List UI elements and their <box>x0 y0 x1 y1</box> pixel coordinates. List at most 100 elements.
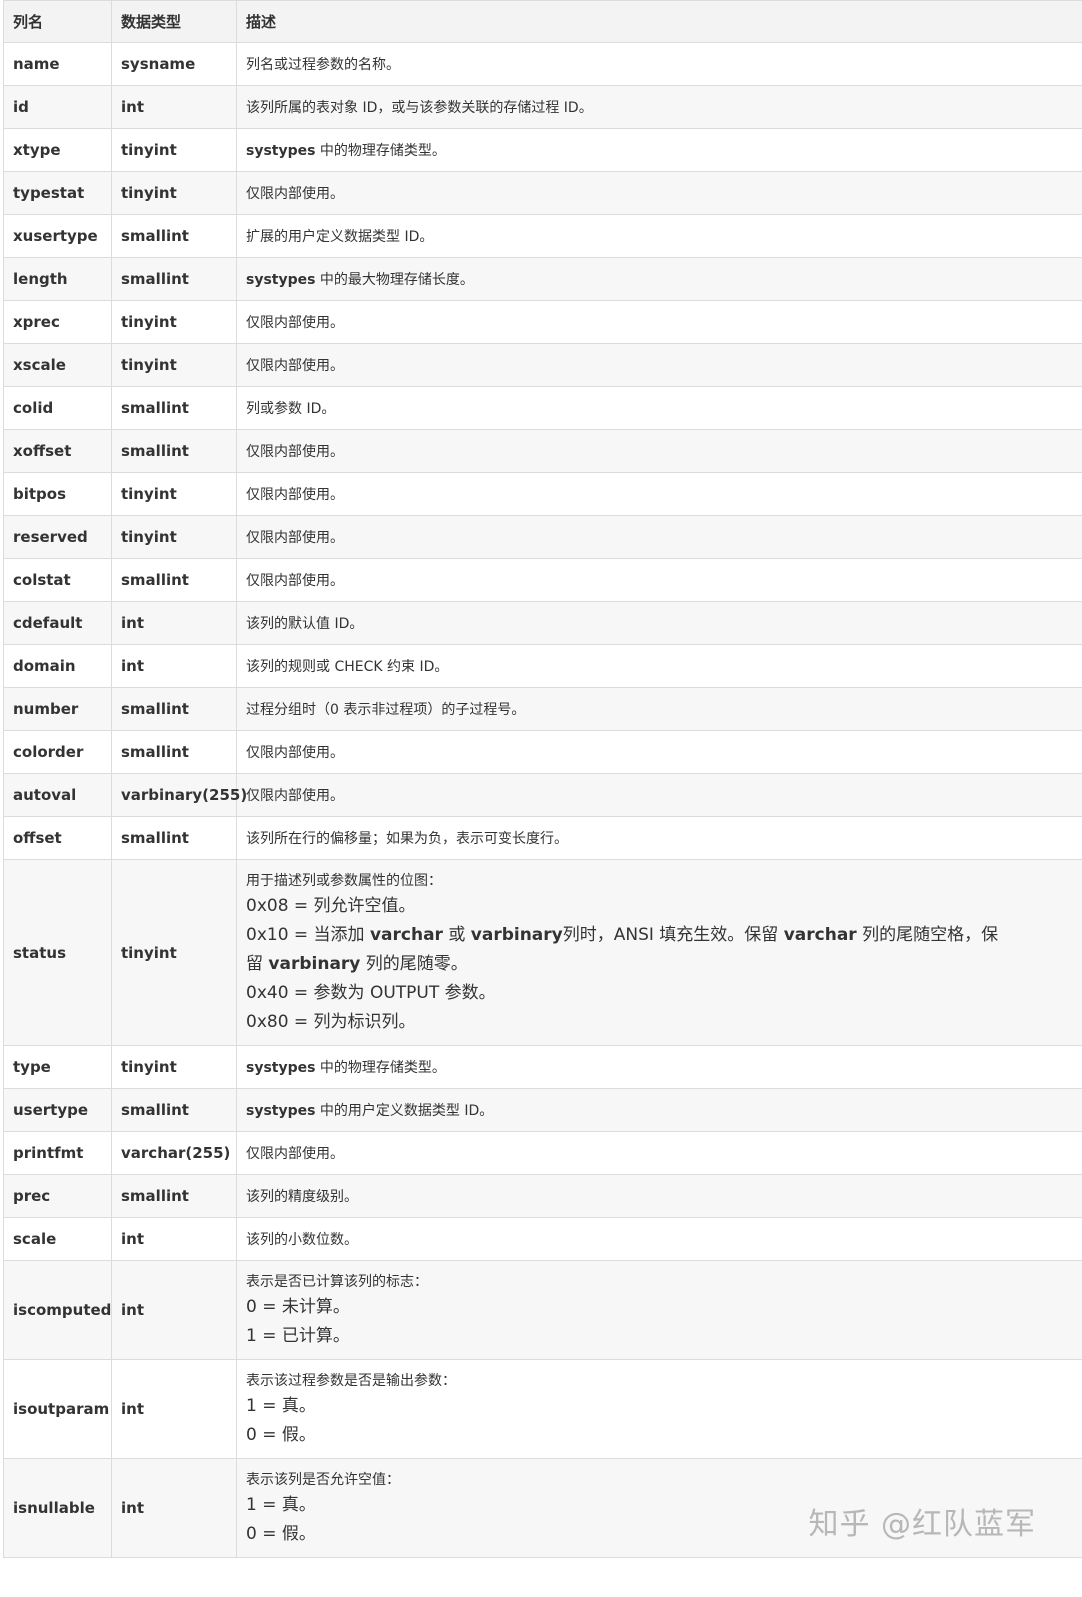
table-row: printfmt varchar(255) 仅限内部使用。 <box>3 1131 1082 1175</box>
column-name-cell: printfmt <box>3 1131 112 1175</box>
text-segment: 中的物理存储类型。 <box>315 143 446 159</box>
data-type-cell: tinyint <box>111 859 237 1046</box>
table-row: xusertype smallint 扩展的用户定义数据类型 ID。 <box>3 214 1082 258</box>
text-segment: 0x40 = 参数为 OUTPUT 参数。 <box>246 983 496 1003</box>
text-segment: 仅限内部使用。 <box>246 573 344 589</box>
text-segment: 0 = 假。 <box>246 1524 316 1544</box>
column-name-cell: reserved <box>3 515 112 559</box>
table-row: iscomputed int 表示是否已计算该列的标志： 0 = 未计算。 1 = 已计… <box>3 1260 1082 1360</box>
description-cell: 过程分组时（0 表示非过程项）的子过程号。 <box>236 687 1082 731</box>
column-name-cell: number <box>3 687 112 731</box>
table-row: length smallint systypes 中的最大物理存储长度。 <box>3 257 1082 301</box>
column-reference-table: 列名 数据类型 描述 name sysname 列名或过程参数的名称。 id int 该列… <box>3 0 1082 1558</box>
data-type-cell: varchar(255) <box>111 1131 237 1175</box>
text-segment: 中的物理存储类型。 <box>315 1060 446 1076</box>
data-type-cell: int <box>111 601 237 645</box>
column-name-cell: colstat <box>3 558 112 602</box>
data-type-cell: int <box>111 1217 237 1261</box>
column-name-cell: id <box>3 85 112 129</box>
description-cell: 仅限内部使用。 <box>236 429 1082 473</box>
data-type-cell: int <box>111 644 237 688</box>
bold-term: varbinary <box>268 954 361 974</box>
bold-term: systypes <box>246 1060 316 1076</box>
bold-term: varchar <box>783 925 857 945</box>
table-row: name sysname 列名或过程参数的名称。 <box>3 42 1082 86</box>
table-row: prec smallint 该列的精度级别。 <box>3 1174 1082 1218</box>
table-row: offset smallint 该列所在行的偏移量；如果为负，表示可变长度行。 <box>3 816 1082 860</box>
column-name-cell: length <box>3 257 112 301</box>
table-row: colid smallint 列或参数 ID。 <box>3 386 1082 430</box>
data-type-cell: smallint <box>111 687 237 731</box>
text-segment: 0 = 假。 <box>246 1425 316 1445</box>
data-type-cell: int <box>111 1260 237 1360</box>
data-type-cell: smallint <box>111 257 237 301</box>
description-cell: systypes 中的用户定义数据类型 ID。 <box>236 1088 1082 1132</box>
description-cell: systypes 中的物理存储类型。 <box>236 1045 1082 1089</box>
description-cell: 表示是否已计算该列的标志： 0 = 未计算。 1 = 已计算。 <box>236 1260 1082 1360</box>
text-segment: 仅限内部使用。 <box>246 745 344 761</box>
description-cell: systypes 中的物理存储类型。 <box>236 128 1082 172</box>
column-name-cell: xprec <box>3 300 112 344</box>
description-value-line: 0x40 = 参数为 OUTPUT 参数。 <box>246 979 1073 1008</box>
text-segment: 1 = 已计算。 <box>246 1326 350 1346</box>
description-value-line: 留 varbinary 列的尾随零。 <box>246 950 1073 979</box>
column-name-cell: autoval <box>3 773 112 817</box>
table-row: bitpos tinyint 仅限内部使用。 <box>3 472 1082 516</box>
column-name-cell: colid <box>3 386 112 430</box>
text-segment: 仅限内部使用。 <box>246 186 344 202</box>
description-cell: 该列的精度级别。 <box>236 1174 1082 1218</box>
description-value-line: 0 = 假。 <box>246 1421 1073 1450</box>
description-cell: 表示该过程参数是否是输出参数： 1 = 真。 0 = 假。 <box>236 1359 1082 1459</box>
column-name-cell: xtype <box>3 128 112 172</box>
text-segment: 0x80 = 列为标识列。 <box>246 1012 416 1032</box>
description-cell: 仅限内部使用。 <box>236 1131 1082 1175</box>
description-cell: 该列所在行的偏移量；如果为负，表示可变长度行。 <box>236 816 1082 860</box>
table-row: scale int 该列的小数位数。 <box>3 1217 1082 1261</box>
text-segment: 该列所属的表对象 ID，或与该参数关联的存储过程 ID。 <box>246 100 593 116</box>
description-cell: 仅限内部使用。 <box>236 515 1082 559</box>
description-cell: 用于描述列或参数属性的位图： 0x08 = 列允许空值。 0x10 = 当添加 va… <box>236 859 1082 1046</box>
table-row: colorder smallint 仅限内部使用。 <box>3 730 1082 774</box>
text-segment: 0x08 = 列允许空值。 <box>246 896 416 916</box>
bold-term: varchar <box>369 925 443 945</box>
description-cell: 该列的规则或 CHECK 约束 ID。 <box>236 644 1082 688</box>
column-name-cell: usertype <box>3 1088 112 1132</box>
table-row: isoutparam int 表示该过程参数是否是输出参数： 1 = 真。 0 = 假。 <box>3 1359 1082 1459</box>
text-segment: 该列所在行的偏移量；如果为负，表示可变长度行。 <box>246 831 568 847</box>
data-type-cell: smallint <box>111 1174 237 1218</box>
data-type-cell: varbinary(255) <box>111 773 247 817</box>
table-row: colstat smallint 仅限内部使用。 <box>3 558 1082 602</box>
column-name-cell: offset <box>3 816 112 860</box>
data-type-cell: tinyint <box>111 128 237 172</box>
column-name-cell: prec <box>3 1174 112 1218</box>
text-segment: 该列的规则或 CHECK 约束 ID。 <box>246 659 449 675</box>
bold-term: varbinary <box>470 925 563 945</box>
text-segment: 仅限内部使用。 <box>246 530 344 546</box>
text-segment: 列名或过程参数的名称。 <box>246 57 400 73</box>
text-segment: 仅限内部使用。 <box>246 444 344 460</box>
column-name-cell: domain <box>3 644 112 688</box>
column-name-cell: iscomputed <box>3 1260 112 1360</box>
bold-term: systypes <box>246 143 316 159</box>
text-segment: 1 = 真。 <box>246 1396 316 1416</box>
table-row: xoffset smallint 仅限内部使用。 <box>3 429 1082 473</box>
description-value-line: 1 = 真。 <box>246 1491 1073 1520</box>
bold-term: systypes <box>246 1103 316 1119</box>
table-row: xscale tinyint 仅限内部使用。 <box>3 343 1082 387</box>
data-type-cell: smallint <box>111 386 237 430</box>
description-cell: 该列的默认值 ID。 <box>236 601 1082 645</box>
data-type-cell: tinyint <box>111 1045 237 1089</box>
column-name-cell: name <box>3 42 112 86</box>
column-name-cell: xoffset <box>3 429 112 473</box>
data-type-cell: smallint <box>111 429 237 473</box>
table-row: autoval varbinary(255) 仅限内部使用。 <box>3 773 1082 817</box>
column-name-cell: xusertype <box>3 214 112 258</box>
data-type-cell: tinyint <box>111 343 237 387</box>
text-segment: 列时，ANSI 填充生效。保留 <box>562 925 784 945</box>
description-cell: 列或参数 ID。 <box>236 386 1082 430</box>
description-value-line: 1 = 已计算。 <box>246 1322 1073 1351</box>
description-cell: 该列的小数位数。 <box>236 1217 1082 1261</box>
data-type-cell: sysname <box>111 42 237 86</box>
text-segment: 仅限内部使用。 <box>246 358 344 374</box>
description-cell: 仅限内部使用。 <box>236 171 1082 215</box>
